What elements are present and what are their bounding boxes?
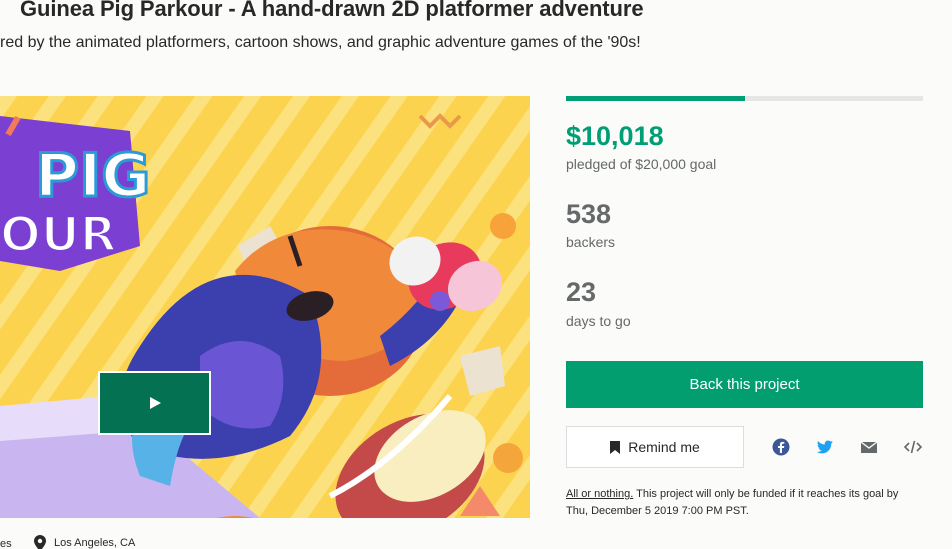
map-pin-icon [34,535,46,549]
location-label: Los Angeles, CA [54,537,136,549]
backers-count: 538 [566,199,612,229]
project-video[interactable]: PIG OUR [0,96,530,518]
funding-progress-bar [566,96,923,101]
logo-text-top: PIG [35,141,151,211]
funding-notice: All or nothing. This project will only b… [566,486,916,520]
category-link[interactable]: es [0,538,12,549]
play-video-button[interactable] [98,371,211,435]
location-link[interactable]: Los Angeles, CA [34,535,135,549]
play-icon [149,397,161,409]
funding-progress-fill [566,96,745,101]
back-project-button[interactable]: Back this project [566,361,923,408]
days-remaining: 23 [566,277,597,307]
bookmark-icon [610,440,621,454]
logo-text-bottom: OUR [0,207,117,263]
all-or-nothing-link[interactable]: All or nothing. [566,488,633,500]
project-title: Guinea Pig Parkour - A hand-drawn 2D pla… [20,0,644,21]
pledged-amount: $10,018 [566,121,664,151]
days-label: days to go [566,313,631,329]
facebook-icon[interactable] [772,438,790,456]
email-icon[interactable] [860,438,878,456]
remind-me-button[interactable]: Remind me [566,426,744,468]
twitter-icon[interactable] [816,438,834,456]
embed-icon[interactable] [903,438,923,456]
backers-label: backers [566,234,616,250]
hero-artwork: PIG OUR [0,96,530,518]
project-subtitle: red by the animated platformers, cartoon… [0,34,641,51]
pledged-label: pledged of $20,000 goal [566,156,717,172]
remind-me-label: Remind me [628,439,700,455]
